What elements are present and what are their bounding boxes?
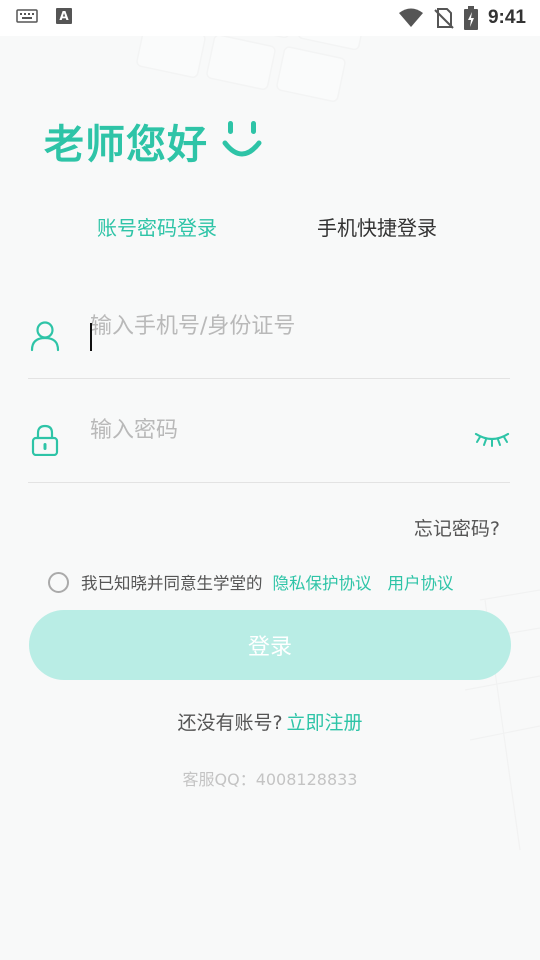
lock-icon [31,424,59,456]
keyboard-icon [16,9,38,23]
user-icon [30,321,60,352]
font-a-icon-letter: A [59,9,69,23]
greeting-title: 老师您好 [44,122,208,168]
login-button[interactable]: 登录 [29,610,511,680]
login-tabs: 账号密码登录 手机快捷登录 [0,212,540,252]
text-cursor [90,323,92,351]
account-field-row [28,274,510,379]
privacy-policy-link[interactable]: 隐私保护协议 [273,570,372,594]
greeting-header: 老师您好 [44,112,262,170]
agreement-text: 我已知晓并同意生学堂的 [81,574,263,593]
password-input[interactable] [90,378,460,482]
no-sim-icon [434,8,454,29]
register-link[interactable]: 立即注册 [287,712,363,734]
agreement-checkbox[interactable] [48,571,69,593]
register-question: 还没有账号? [177,712,283,734]
agreement-row: 我已知晓并同意生学堂的 隐私保护协议 用户协议 [48,568,454,596]
password-field-row [28,378,510,483]
tab-account-password[interactable]: 账号密码登录 [97,212,217,241]
battery-icon [463,6,478,30]
status-bar: A 9:41 [0,0,540,36]
register-row: 还没有账号? 立即注册 [0,708,540,735]
wifi-icon [398,8,423,27]
customer-service-qq: 客服QQ：4008128833 [182,770,358,789]
smile-icon [222,121,262,157]
eye-closed-icon[interactable] [474,430,510,448]
status-time: 9:41 [487,7,526,28]
account-input[interactable] [90,274,460,378]
user-agreement-link[interactable]: 用户协议 [388,570,454,594]
font-a-icon: A [56,8,72,24]
tab-phone-quick[interactable]: 手机快捷登录 [317,212,437,241]
forgot-password-link[interactable]: 忘记密码? [414,514,500,541]
